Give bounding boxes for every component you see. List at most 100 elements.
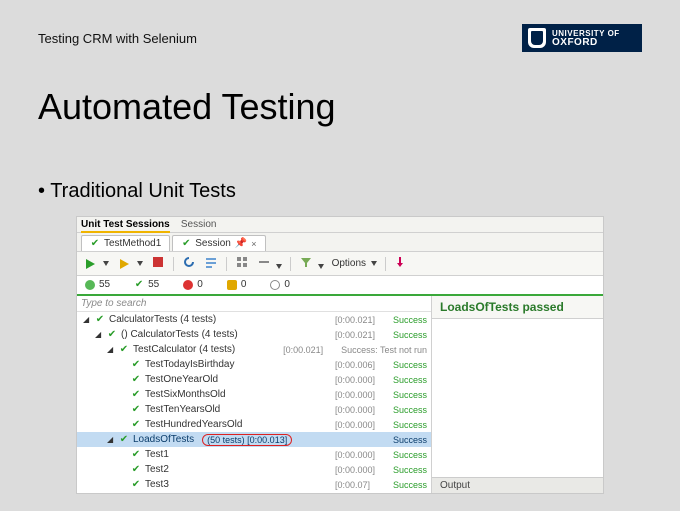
tab-label: TestMethod1 [104, 238, 161, 249]
time-status: [0:00.006]Success [335, 360, 427, 370]
count-value: 0 [284, 279, 290, 290]
status-label: Success [393, 420, 427, 430]
output-tab[interactable]: Output [432, 477, 603, 493]
dot-red-icon [183, 280, 193, 290]
check-icon: ✔ [90, 238, 100, 249]
repeat-button[interactable] [182, 255, 196, 272]
sessions-bar: Unit Test Sessions Session [77, 217, 603, 233]
test-name: Test2 [145, 464, 169, 475]
chevron-down-icon [371, 261, 377, 266]
oxford-logo: UNIVERSITY OF OXFORD [522, 24, 642, 52]
passed-banner: LoadsOfTests passed [432, 296, 603, 319]
pin-icon[interactable]: 📌 [235, 238, 247, 249]
count-fail[interactable]: 0 [183, 279, 203, 290]
time-status: [0:00.021]Success [335, 315, 427, 325]
expand-icon[interactable]: ◢ [95, 330, 103, 339]
tree-row[interactable]: ✔ Test3 [0:00.07]Success [77, 477, 431, 492]
summary-counts: 55 ✔55 0 0 0 [77, 276, 603, 296]
tree-row[interactable]: ✔Test1[0:00.000]Success [77, 447, 431, 462]
run-button[interactable] [83, 257, 109, 271]
test-name: LoadsOfTests [133, 434, 194, 445]
tree-row[interactable]: ◢✔CalculatorTests (4 tests)[0:00.021]Suc… [77, 312, 431, 327]
tree-row[interactable]: ✔TestSixMonthsOld[0:00.000]Success [77, 387, 431, 402]
tree-row[interactable]: ✔ TestHundredYearsOld [0:00.000] Success [77, 417, 431, 432]
check-icon: ✔ [95, 314, 105, 325]
expand-icon[interactable]: ◢ [83, 315, 91, 324]
duration: [0:00.021] [283, 345, 335, 355]
debug-button[interactable] [117, 257, 143, 271]
test-name: () CalculatorTests (4 tests) [121, 329, 238, 340]
test-name: TestHundredYearsOld [145, 419, 242, 430]
expand-button[interactable] [235, 255, 249, 272]
test-tree: Type to search ◢✔CalculatorTests (4 test… [77, 296, 432, 493]
test-name: Test3 [145, 479, 169, 490]
tree-row[interactable]: ✔TestOneYearOld[0:00.000]Success [77, 372, 431, 387]
chevron-down-icon [276, 264, 282, 269]
separator [385, 257, 386, 271]
check-icon: ✔ [131, 479, 141, 490]
count-value: 55 [99, 279, 110, 290]
sessions-tab-header[interactable]: Unit Test Sessions [81, 219, 170, 233]
test-name: TestSixMonthsOld [145, 389, 226, 400]
search-input[interactable]: Type to search [77, 296, 431, 312]
tab-session[interactable]: ✔ Session 📌 × [172, 235, 265, 251]
check-icon: ✔ [131, 359, 141, 370]
dot-yellow-icon [227, 280, 237, 290]
tree-row[interactable]: ◢✔LoadsOfTests(50 tests) [0:00.013]Succe… [77, 432, 431, 447]
tree-row[interactable]: ◢ ✔ () CalculatorTests (4 tests) [0:00.021]… [77, 327, 431, 342]
breadcrumb: Testing CRM with Selenium [38, 31, 197, 46]
export-button[interactable] [394, 255, 408, 272]
track-button[interactable] [204, 255, 218, 272]
duration: [0:00.000] [335, 450, 387, 460]
time-status: [0:00.000]Success [335, 450, 427, 460]
bulb-green-icon [85, 280, 95, 290]
duration: [0:00.000] [335, 465, 387, 475]
count-pass-total[interactable]: ✔55 [134, 279, 159, 290]
dot-grey-icon [270, 280, 280, 290]
chevron-down-icon [318, 264, 324, 269]
time-status: [0:00.000] Success [335, 420, 427, 430]
check-icon: ✔ [131, 374, 141, 385]
expand-icon[interactable]: ◢ [107, 435, 115, 444]
tree-row[interactable]: ✔ TestTodayIsBirthday [0:00.006]Success [77, 357, 431, 372]
test-name: TestTodayIsBirthday [145, 359, 235, 370]
check-icon: ✔ [134, 279, 144, 290]
tree-row[interactable]: ◢ ✔ TestCalculator (4 tests) [0:00.021] Succ… [77, 342, 431, 357]
check-icon: ✔ [119, 434, 129, 445]
time-status: [0:00.07]Success [335, 480, 427, 490]
test-name: TestCalculator (4 tests) [133, 344, 235, 355]
stop-button[interactable] [151, 255, 165, 272]
expand-icon[interactable]: ◢ [107, 345, 115, 354]
check-icon: ✔ [107, 329, 117, 340]
duration: [0:00.021] [335, 330, 387, 340]
tree-row[interactable]: ✔ Test2 [0:00.000]Success [77, 462, 431, 477]
logo-line2: OXFORD [552, 38, 620, 47]
close-icon[interactable]: × [251, 239, 256, 249]
count-value: 0 [241, 279, 247, 290]
tab-testmethod1[interactable]: ✔ TestMethod1 [81, 235, 170, 251]
options-menu[interactable]: Options [332, 258, 377, 269]
check-icon: ✔ [119, 344, 129, 355]
separator [226, 257, 227, 271]
duration: [0:00.000] [335, 420, 387, 430]
tree-row[interactable]: ✔TestTenYearsOld[0:00.000]Success [77, 402, 431, 417]
time-status: [0:00.000]Success [335, 465, 427, 475]
check-icon: ✔ [131, 419, 141, 430]
time-status: [0:00.021] Success: Test not run [283, 345, 427, 355]
test-runner-window: Unit Test Sessions Session ✔ TestMethod1… [76, 216, 604, 494]
status-label: Success [393, 480, 427, 490]
details-panel: LoadsOfTests passed Output [432, 296, 603, 493]
status-label: Success: Test not run [341, 345, 427, 355]
filter-button[interactable] [299, 255, 324, 272]
count-pass-run[interactable]: 55 [85, 279, 110, 290]
count-warn[interactable]: 0 [227, 279, 247, 290]
session-label: Session [181, 219, 217, 230]
check-icon: ✔ [131, 464, 141, 475]
time-status: [0:00.021]Success [335, 330, 427, 340]
collapse-button[interactable] [257, 255, 282, 272]
tab-label: Session [195, 238, 231, 249]
page-title: Automated Testing [38, 86, 336, 128]
duration: [0:00.000] [335, 390, 387, 400]
chevron-down-icon [103, 261, 109, 266]
count-skip[interactable]: 0 [270, 279, 290, 290]
